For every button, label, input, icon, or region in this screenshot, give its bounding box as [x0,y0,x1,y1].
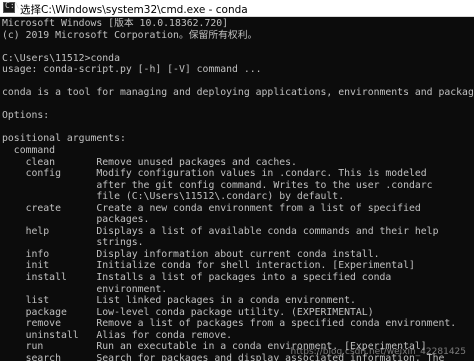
subcommand-name: remove [2,318,97,330]
subcommand-name [2,284,96,295]
subcommand-name [2,237,96,248]
usage-line: usage: conda-script.py [-h] [-V] command… [2,64,262,76]
title-bar[interactable]: C:\ 选择C:\Windows\system32\cmd.exe - cond… [0,0,474,17]
subcommand-continuation: file (C:\Users\11512\.condarc) by defaul… [2,191,474,203]
subcommand-continuation: after the git config command. Writes to … [2,180,474,192]
subcommand-description: environment. [96,283,168,295]
watermark: https://blog.csdn.net/weixin_42281425 [290,347,466,357]
subcommand-name: help [2,225,97,237]
options-header: Options: [2,110,50,122]
subcommand-list: clean Remove unused packages and caches.… [2,157,474,361]
subcommand-name: install [2,272,97,284]
copyright-line: (c) 2019 Microsoft Corporation。保留所有权利。 [2,29,258,41]
window-title: 选择C:\Windows\system32\cmd.exe - conda [20,4,248,16]
subcommand-name: create [2,202,97,214]
subcommand-name: list [2,295,97,307]
console-output[interactable]: Microsoft Windows [版本 10.0.18362.720] (c… [2,18,474,361]
subcommand-row: init Initialize conda for shell interact… [2,260,474,272]
subcommand-description: Low-level conda package utility. (EXPERI… [96,306,374,318]
subcommand-row: list List linked packages in a conda env… [2,295,474,307]
subcommand-name [2,191,96,202]
subcommand-row: clean Remove unused packages and caches. [2,157,474,169]
positional-header: positional arguments: [2,133,126,145]
subcommand-row: help Displays a list of available conda … [2,226,474,238]
description-line: conda is a tool for managing and deployi… [2,87,474,99]
subcommand-row: install Installs a list of packages into… [2,272,474,284]
subcommand-description: Alias for conda remove. [96,329,233,341]
subcommand-row: remove Remove a list of packages from a … [2,318,474,330]
prompt-line: C:\Users\11512>conda [2,53,474,65]
subcommand-description: List linked packages in a conda environm… [96,295,356,307]
subcommand-description: file (C:\Users\11512\.condarc) by defaul… [96,191,345,203]
prompt: C:\Users\11512> [2,52,91,64]
subcommand-name: uninstall [2,329,97,341]
subcommand-continuation: environment. [2,284,474,296]
subcommand-description: Create a new conda environment from a li… [96,202,421,214]
cmd-window: C:\ 选择C:\Windows\system32\cmd.exe - cond… [0,0,474,361]
subcommand-name: config [2,168,97,180]
subcommand-description: Display information about current conda … [96,248,380,260]
subcommand-description: Installs a list of packages into a speci… [96,272,392,284]
subcommand-name: run [2,341,97,353]
subcommand-row: config Modify configuration values in .c… [2,168,474,180]
subcommand-name [2,214,96,225]
subcommand-name: info [2,248,97,260]
subcommand-description: Modify configuration values in .condarc.… [96,168,427,180]
subcommand-name: init [2,260,97,272]
subcommand-row: info Display information about current c… [2,249,474,261]
subcommand-name: search [2,352,97,361]
subcommand-row: create Create a new conda environment fr… [2,203,474,215]
cmd-icon: C:\ [3,1,19,13]
subcommand-description: after the git config command. Writes to … [96,179,433,191]
subcommand-description: Initialize conda for shell interaction. … [96,260,415,272]
subcommand-row: package Low-level conda package utility.… [2,307,474,319]
subcommand-description: Displays a list of available conda comma… [96,225,439,237]
command-text: conda [90,52,120,64]
subcommand-name: clean [2,156,97,168]
subcommand-description: Remove unused packages and caches. [96,156,297,168]
subcommand-continuation: packages. [2,214,474,226]
command-label: command [2,145,56,157]
subcommand-name [2,180,96,191]
subcommand-name: package [2,306,97,318]
subcommand-description: packages. [96,214,150,226]
subcommand-description: strings. [96,237,144,249]
subcommand-continuation: strings. [2,237,474,249]
subcommand-description: Remove a list of packages from a specifi… [96,318,457,330]
subcommand-row: uninstall Alias for conda remove. [2,330,474,342]
header-line: Microsoft Windows [版本 10.0.18362.720] [2,18,229,29]
